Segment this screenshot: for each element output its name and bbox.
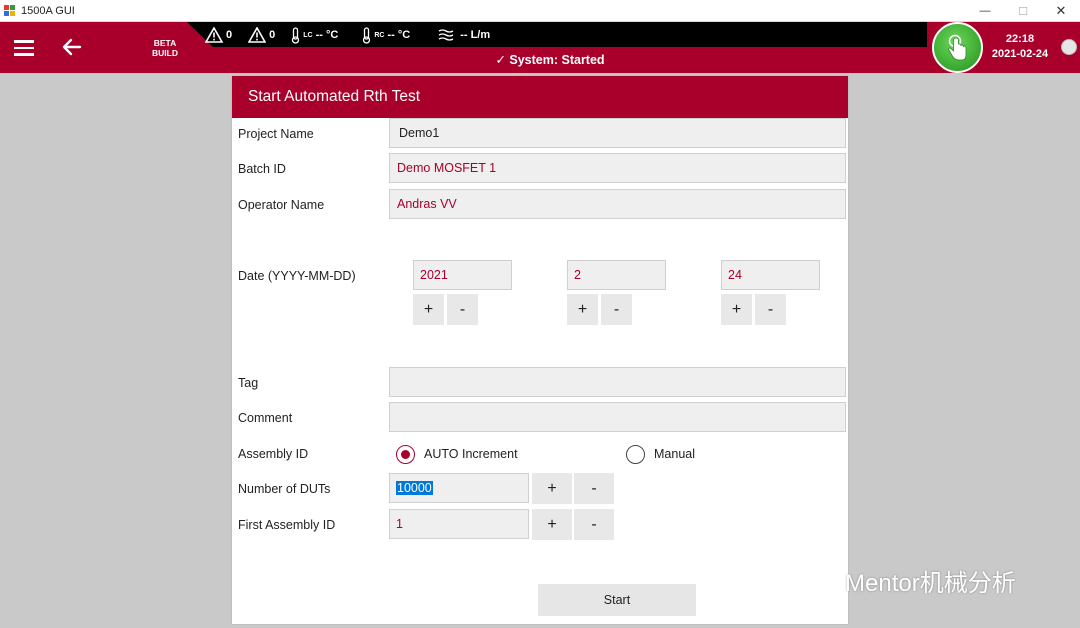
- day-field[interactable]: 24: [721, 260, 820, 290]
- warning-icon: [248, 27, 267, 43]
- date-label: Date (YYYY-MM-DD): [238, 269, 356, 283]
- project-name-label: Project Name: [238, 127, 314, 141]
- manual-label[interactable]: Manual: [654, 447, 695, 461]
- app-header: BETA BUILD 0 0 LC -- °C RC -- °C -- L/m …: [0, 22, 1080, 73]
- batch-id-field[interactable]: Demo MOSFET 1: [389, 153, 846, 183]
- maximize-button[interactable]: ☐: [1004, 0, 1042, 22]
- start-button[interactable]: Start: [538, 584, 696, 616]
- comment-label: Comment: [238, 411, 293, 425]
- first-assembly-id-field[interactable]: 1: [389, 509, 529, 539]
- beta-text: BETA: [153, 38, 177, 48]
- rc-temperature-status: RC -- °C: [362, 26, 411, 44]
- warning-count: 0: [269, 29, 276, 41]
- maximize-icon: ☐: [1018, 5, 1028, 18]
- window-title: 1500A GUI: [21, 4, 75, 17]
- batch-id-label: Batch ID: [238, 162, 286, 176]
- comment-field[interactable]: [389, 402, 846, 432]
- project-name-field[interactable]: Demo1: [389, 118, 846, 148]
- month-field[interactable]: 2: [567, 260, 666, 290]
- app-icon: [4, 4, 16, 17]
- minimize-icon: —: [979, 5, 991, 17]
- day-plus-button[interactable]: +: [721, 294, 752, 325]
- manual-radio[interactable]: [626, 445, 645, 464]
- tag-label: Tag: [238, 376, 259, 390]
- month-plus-button[interactable]: +: [567, 294, 598, 325]
- clock-date: 2021-02-24: [991, 48, 1049, 60]
- thermometer-icon: [292, 26, 300, 44]
- month-minus-button[interactable]: -: [601, 294, 632, 325]
- dialog-title: Start Automated Rth Test: [232, 76, 848, 118]
- system-status: ✓ System: Started: [495, 53, 605, 67]
- warning-status-1: 0: [205, 27, 232, 43]
- lc-temperature-status: LC -- °C: [291, 26, 339, 44]
- number-of-duts-label: Number of DUTs: [238, 482, 331, 496]
- duts-minus-button[interactable]: -: [574, 473, 614, 504]
- start-rth-test-dialog: Start Automated Rth Test Project Name De…: [231, 75, 849, 625]
- tag-field[interactable]: [389, 367, 846, 397]
- operator-name-field[interactable]: Andras VV: [389, 189, 846, 219]
- assembly-id-label: Assembly ID: [238, 447, 309, 461]
- auto-increment-label[interactable]: AUTO Increment: [424, 447, 518, 461]
- rc-subscript: RC: [374, 31, 385, 39]
- number-of-duts-value: 10000: [396, 481, 433, 495]
- wechat-icon: [799, 565, 839, 596]
- build-text: BUILD: [152, 48, 178, 58]
- auto-increment-radio[interactable]: [396, 445, 415, 464]
- first-assembly-plus-button[interactable]: +: [532, 509, 572, 540]
- warning-status-2: 0: [248, 27, 275, 43]
- duts-plus-button[interactable]: +: [532, 473, 572, 504]
- back-arrow-icon[interactable]: [60, 35, 84, 59]
- warning-icon: [205, 27, 223, 43]
- flow-icon: [438, 29, 454, 41]
- window-titlebar: 1500A GUI — ☐ ✕: [0, 0, 1080, 22]
- close-button[interactable]: ✕: [1042, 0, 1080, 22]
- menu-icon[interactable]: [14, 40, 34, 56]
- close-icon: ✕: [1055, 3, 1067, 18]
- sensor-status-row: 0 0 LC -- °C RC -- °C -- L/m: [205, 24, 506, 46]
- year-minus-button[interactable]: -: [447, 294, 478, 325]
- lc-subscript: LC: [303, 31, 313, 39]
- watermark: Mentor机械分析: [797, 563, 1016, 598]
- number-of-duts-field[interactable]: 10000: [389, 473, 529, 503]
- touch-mode-button[interactable]: [932, 22, 983, 73]
- lc-temperature-value: -- °C: [315, 29, 339, 41]
- clock-time: 22:18: [1005, 33, 1035, 45]
- beta-build-label: BETA BUILD: [147, 38, 183, 58]
- thermometer-icon: [363, 26, 371, 44]
- year-field[interactable]: 2021: [413, 260, 512, 290]
- status-dot-icon: [1061, 39, 1077, 55]
- day-minus-button[interactable]: -: [755, 294, 786, 325]
- flow-value: -- L/m: [460, 29, 491, 41]
- flow-status: -- L/m: [438, 28, 490, 42]
- operator-name-label: Operator Name: [238, 198, 325, 212]
- clock: 22:18 2021-02-24: [988, 32, 1052, 62]
- first-assembly-minus-button[interactable]: -: [574, 509, 614, 540]
- watermark-text: Mentor机械分析: [845, 570, 1016, 597]
- first-assembly-id-label: First Assembly ID: [238, 518, 336, 532]
- touch-hand-icon: [947, 34, 966, 60]
- minimize-button[interactable]: —: [966, 0, 1004, 22]
- year-plus-button[interactable]: +: [413, 294, 444, 325]
- warning-count: 0: [226, 29, 233, 41]
- rc-temperature-value: -- °C: [387, 29, 411, 41]
